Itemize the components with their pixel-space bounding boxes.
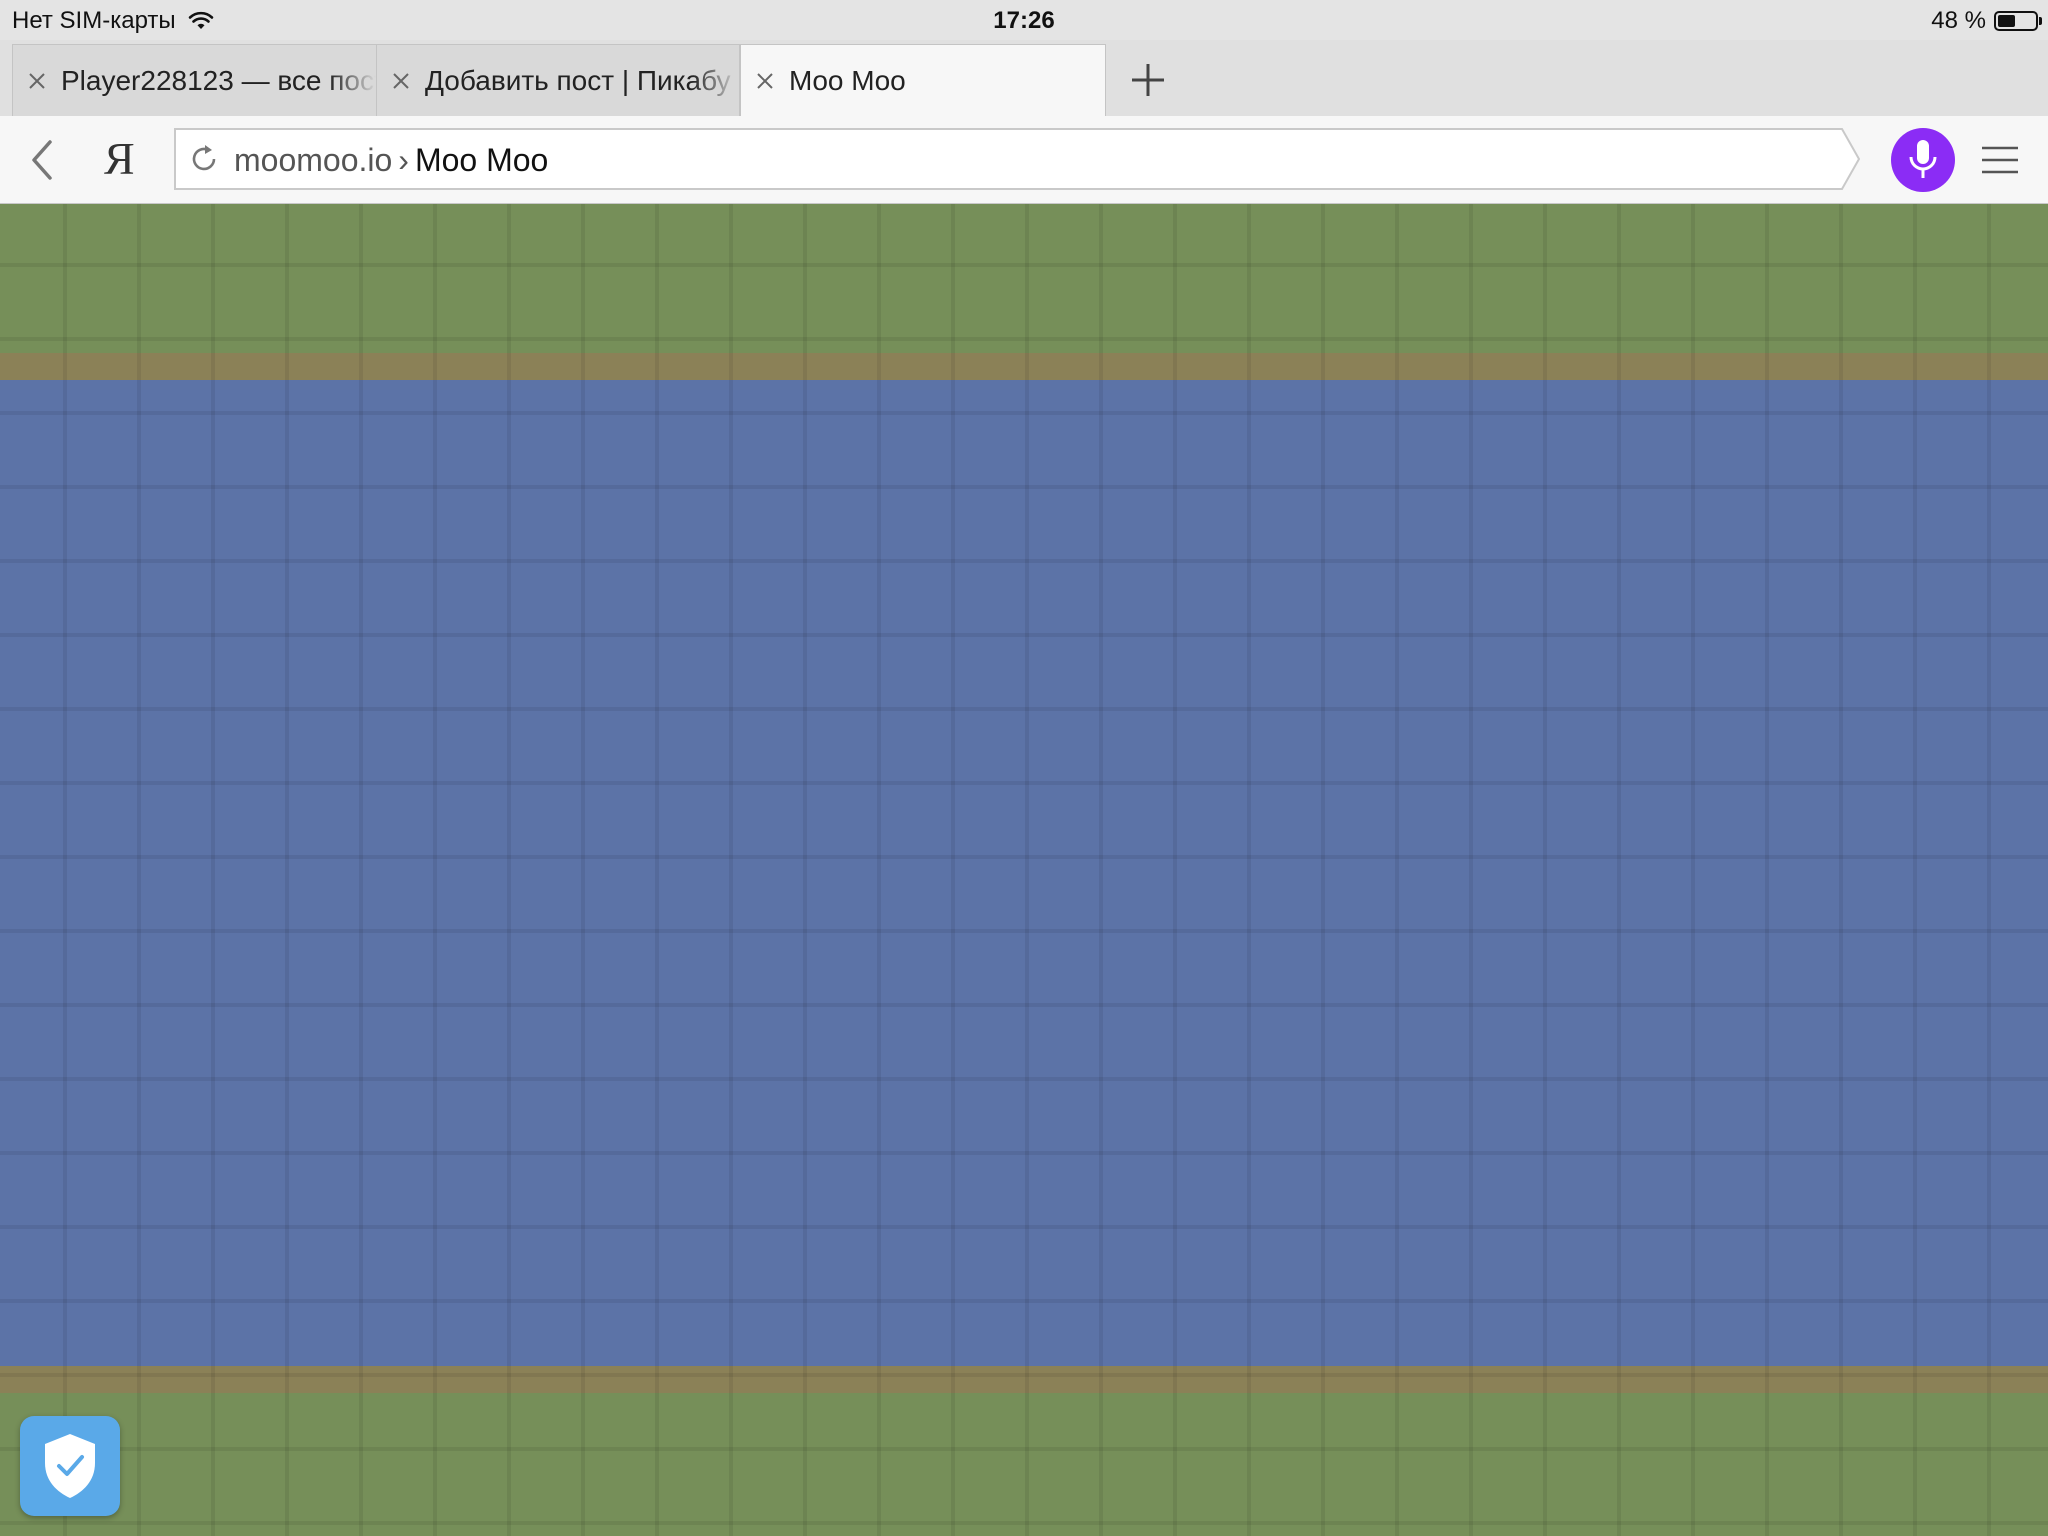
clock: 17:26	[993, 7, 1055, 34]
url-domain: moomoo.io	[234, 142, 393, 178]
voice-search-button[interactable]	[1891, 128, 1955, 192]
tab-title: Добавить пост | Пикабу	[425, 64, 731, 96]
close-icon[interactable]	[27, 71, 47, 91]
grass-area-top	[0, 204, 2048, 353]
tab-add-post[interactable]: Добавить пост | Пикабу	[376, 44, 740, 116]
shield-check-icon	[45, 1434, 95, 1498]
status-bar: Нет SIM-карты 17:26 48 %	[0, 0, 2048, 40]
close-icon[interactable]	[391, 71, 411, 91]
close-icon[interactable]	[755, 71, 775, 91]
reload-icon[interactable]	[188, 143, 220, 175]
tab-moo-moo[interactable]: Moo Moo	[740, 44, 1106, 117]
microphone-icon	[1909, 140, 1937, 178]
tab-bar: Player228123 — все посты Добавить пост |…	[0, 40, 2048, 117]
yandex-logo[interactable]: Я	[104, 132, 135, 185]
url-text: moomoo.io › Moo Moo	[234, 142, 548, 179]
tab-title: Moo Moo	[789, 65, 906, 96]
sand-bank-bottom	[0, 1366, 2048, 1393]
tab-title: Player228123 — все посты	[61, 64, 376, 96]
battery-percent: 48 %	[1931, 7, 1986, 34]
protection-shield-button[interactable]	[20, 1416, 120, 1516]
grass-area-bottom	[0, 1393, 2048, 1536]
address-bar[interactable]: moomoo.io › Moo Moo	[174, 128, 1860, 190]
hamburger-menu-icon[interactable]	[1980, 142, 2020, 178]
url-page-title: Moo Moo	[414, 142, 549, 178]
url-separator: ›	[398, 142, 409, 178]
battery-icon	[1994, 11, 2042, 31]
battery-nub	[2039, 17, 2042, 25]
sand-bank-top	[0, 353, 2048, 380]
browser-toolbar: Я moomoo.io › Moo Moo	[0, 116, 2048, 204]
battery-group: 48 %	[1931, 7, 2042, 35]
river	[0, 380, 2048, 1366]
tab-player228123[interactable]: Player228123 — все посты	[12, 44, 377, 116]
battery-fill	[1998, 15, 2015, 27]
plus-icon[interactable]	[1128, 60, 1168, 100]
game-canvas[interactable]	[0, 204, 2048, 1536]
chevron-left-icon[interactable]	[26, 138, 58, 182]
